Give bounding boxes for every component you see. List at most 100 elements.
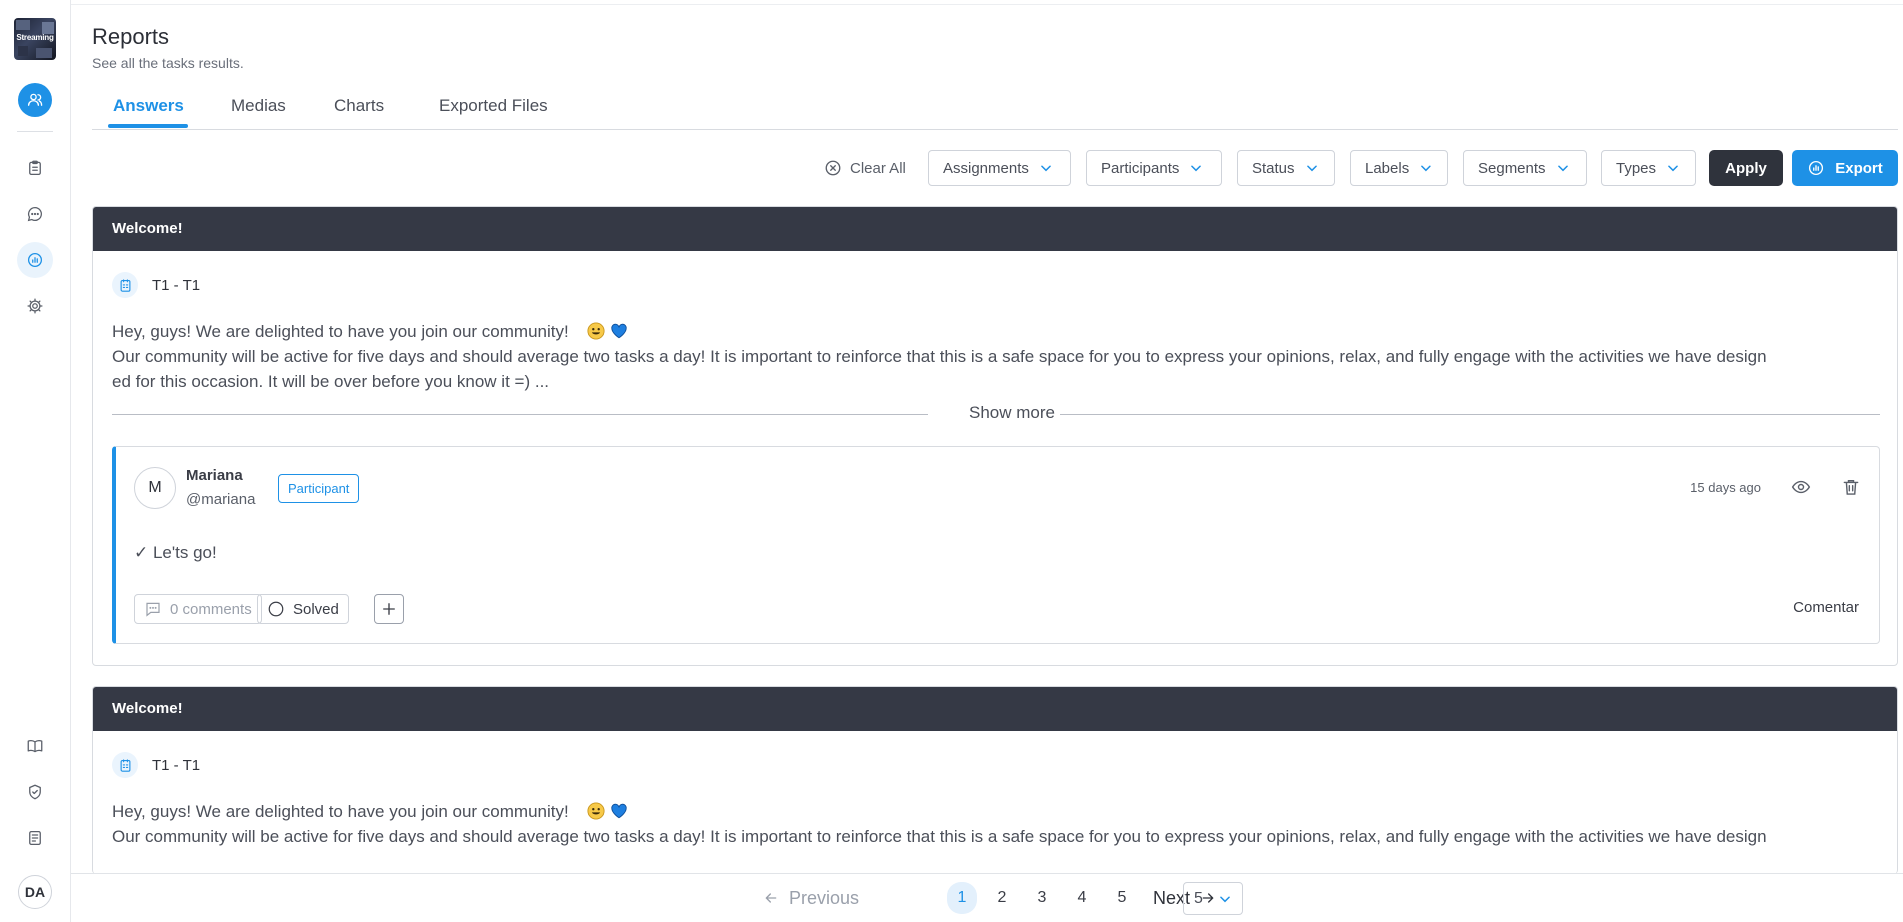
task-name: T1 - T1 — [152, 756, 201, 774]
participant-handle: @mariana — [186, 491, 256, 508]
top-divider — [71, 4, 1903, 5]
sidebar: Streaming DA — [0, 0, 71, 922]
divider-line — [1060, 414, 1880, 415]
view-eye-icon[interactable] — [1791, 477, 1813, 499]
card-header: Welcome! — [93, 687, 1897, 731]
tab-bar: Answers Medias Charts Exported Files — [92, 92, 1898, 130]
answer-item: M Mariana @mariana Participant 15 days a… — [112, 446, 1880, 644]
export-button[interactable]: Export — [1792, 150, 1898, 186]
filter-status[interactable]: Status — [1237, 150, 1335, 186]
card-message: Hey, guys! We are delighted to have you … — [112, 799, 1882, 849]
brand-logo[interactable]: Streaming — [14, 18, 56, 60]
card-header: Welcome! — [93, 207, 1897, 251]
book-icon[interactable] — [17, 728, 53, 764]
filter-segments[interactable]: Segments — [1463, 150, 1587, 186]
page-1[interactable]: 1 — [947, 882, 977, 914]
page-subtitle: See all the tasks results. — [92, 55, 244, 71]
tab-charts[interactable]: Charts — [334, 96, 384, 116]
users-icon[interactable] — [18, 83, 52, 117]
tab-answers[interactable]: Answers — [113, 96, 184, 116]
active-tab-indicator — [108, 124, 188, 128]
clipboard-icon[interactable] — [17, 150, 53, 186]
arrow-left-icon — [765, 893, 777, 903]
page-title: Reports — [92, 24, 170, 49]
message-line-2: Our community will be active for five da… — [112, 827, 1767, 846]
message-line-1: Hey, guys! We are delighted to have you … — [112, 802, 569, 821]
add-label-button[interactable] — [374, 594, 404, 624]
chevron-down-icon — [1220, 895, 1230, 902]
clear-all-button[interactable]: Clear All — [824, 150, 906, 186]
participant-avatar[interactable]: M — [134, 467, 176, 509]
plus-icon — [383, 603, 395, 615]
task-row: T1 - T1 — [112, 752, 200, 778]
page-5[interactable]: 5 — [1107, 882, 1137, 914]
answer-card: Welcome! T1 - T1 Hey, guys! We are delig… — [92, 686, 1898, 874]
message-line-1: Hey, guys! We are delighted to have you … — [112, 322, 569, 341]
pagination-divider — [71, 873, 1903, 874]
filter-participants-label: Participants — [1101, 159, 1180, 177]
document-icon[interactable] — [17, 820, 53, 856]
participant-badge: Participant — [278, 474, 360, 503]
filter-types-label: Types — [1616, 159, 1657, 177]
smiley-emoji-icon — [587, 802, 606, 820]
page-3[interactable]: 3 — [1027, 882, 1057, 914]
answer-timestamp: 15 days ago — [1690, 480, 1761, 495]
chevron-down-icon — [1041, 165, 1051, 172]
solved-toggle[interactable]: Solved — [257, 594, 349, 624]
filter-participants[interactable]: Participants — [1086, 150, 1222, 186]
message-line-2: Our community will be active for five da… — [112, 347, 1767, 366]
chat-icon[interactable] — [17, 196, 53, 232]
user-avatar[interactable]: DA — [18, 875, 52, 909]
answer-card: Welcome! T1 - T1 Hey, guys! We are delig… — [92, 206, 1898, 666]
tab-exported-files[interactable]: Exported Files — [439, 96, 548, 116]
clear-all-label: Clear All — [850, 159, 906, 177]
apply-button[interactable]: Apply — [1709, 150, 1783, 186]
delete-trash-icon[interactable] — [1841, 477, 1863, 499]
task-name: T1 - T1 — [152, 276, 201, 294]
filter-status-label: Status — [1252, 159, 1295, 177]
message-line-3: ed for this occasion. It will be over be… — [112, 372, 550, 391]
chevron-down-icon — [1306, 165, 1317, 172]
reports-chart-icon[interactable] — [17, 242, 53, 278]
participant-name: Mariana — [186, 467, 243, 484]
settings-gear-icon[interactable] — [17, 288, 53, 324]
chart-icon — [1809, 160, 1824, 176]
filter-labels-label: Labels — [1365, 159, 1410, 177]
chevron-down-icon — [1668, 165, 1678, 172]
brand-label: Streaming — [16, 33, 54, 42]
tab-medias[interactable]: Medias — [231, 96, 286, 116]
chevron-down-icon — [1557, 165, 1568, 172]
comments-count: 0 comments — [170, 600, 252, 618]
filter-segments-label: Segments — [1478, 159, 1546, 177]
export-label: Export — [1835, 159, 1883, 177]
divider-line — [112, 414, 928, 415]
show-more-button[interactable]: Show more — [969, 403, 1055, 423]
previous-page-button[interactable]: Previous — [763, 882, 859, 914]
blue-heart-emoji-icon — [611, 803, 627, 819]
blue-heart-emoji-icon — [611, 323, 627, 339]
page-size-value: 5 — [1194, 889, 1203, 907]
filter-assignments[interactable]: Assignments — [928, 150, 1071, 186]
task-calendar-icon — [112, 752, 138, 778]
empty-circle-icon — [268, 601, 284, 617]
filter-types[interactable]: Types — [1601, 150, 1696, 186]
chevron-down-icon — [1191, 165, 1202, 172]
page-size-select[interactable]: 5 — [1183, 882, 1243, 915]
card-message: Hey, guys! We are delighted to have you … — [112, 319, 1882, 394]
shield-check-icon[interactable] — [17, 774, 53, 810]
solved-label: Solved — [293, 600, 339, 618]
comments-button[interactable]: 0 comments — [134, 594, 262, 624]
task-row: T1 - T1 — [112, 272, 200, 298]
comment-action[interactable]: Comentar — [1793, 599, 1859, 616]
page-2[interactable]: 2 — [987, 882, 1017, 914]
smiley-emoji-icon — [587, 322, 606, 340]
page-4[interactable]: 4 — [1067, 882, 1097, 914]
comment-bubble-icon — [146, 602, 160, 617]
task-calendar-icon — [112, 272, 138, 298]
clear-circle-x-icon — [825, 160, 841, 176]
sidebar-divider — [17, 131, 53, 132]
chevron-down-icon — [1421, 165, 1431, 172]
show-more-row: Show more — [112, 403, 1880, 425]
answer-text: ✓ Le'ts go! — [134, 543, 217, 562]
filter-labels[interactable]: Labels — [1350, 150, 1448, 186]
